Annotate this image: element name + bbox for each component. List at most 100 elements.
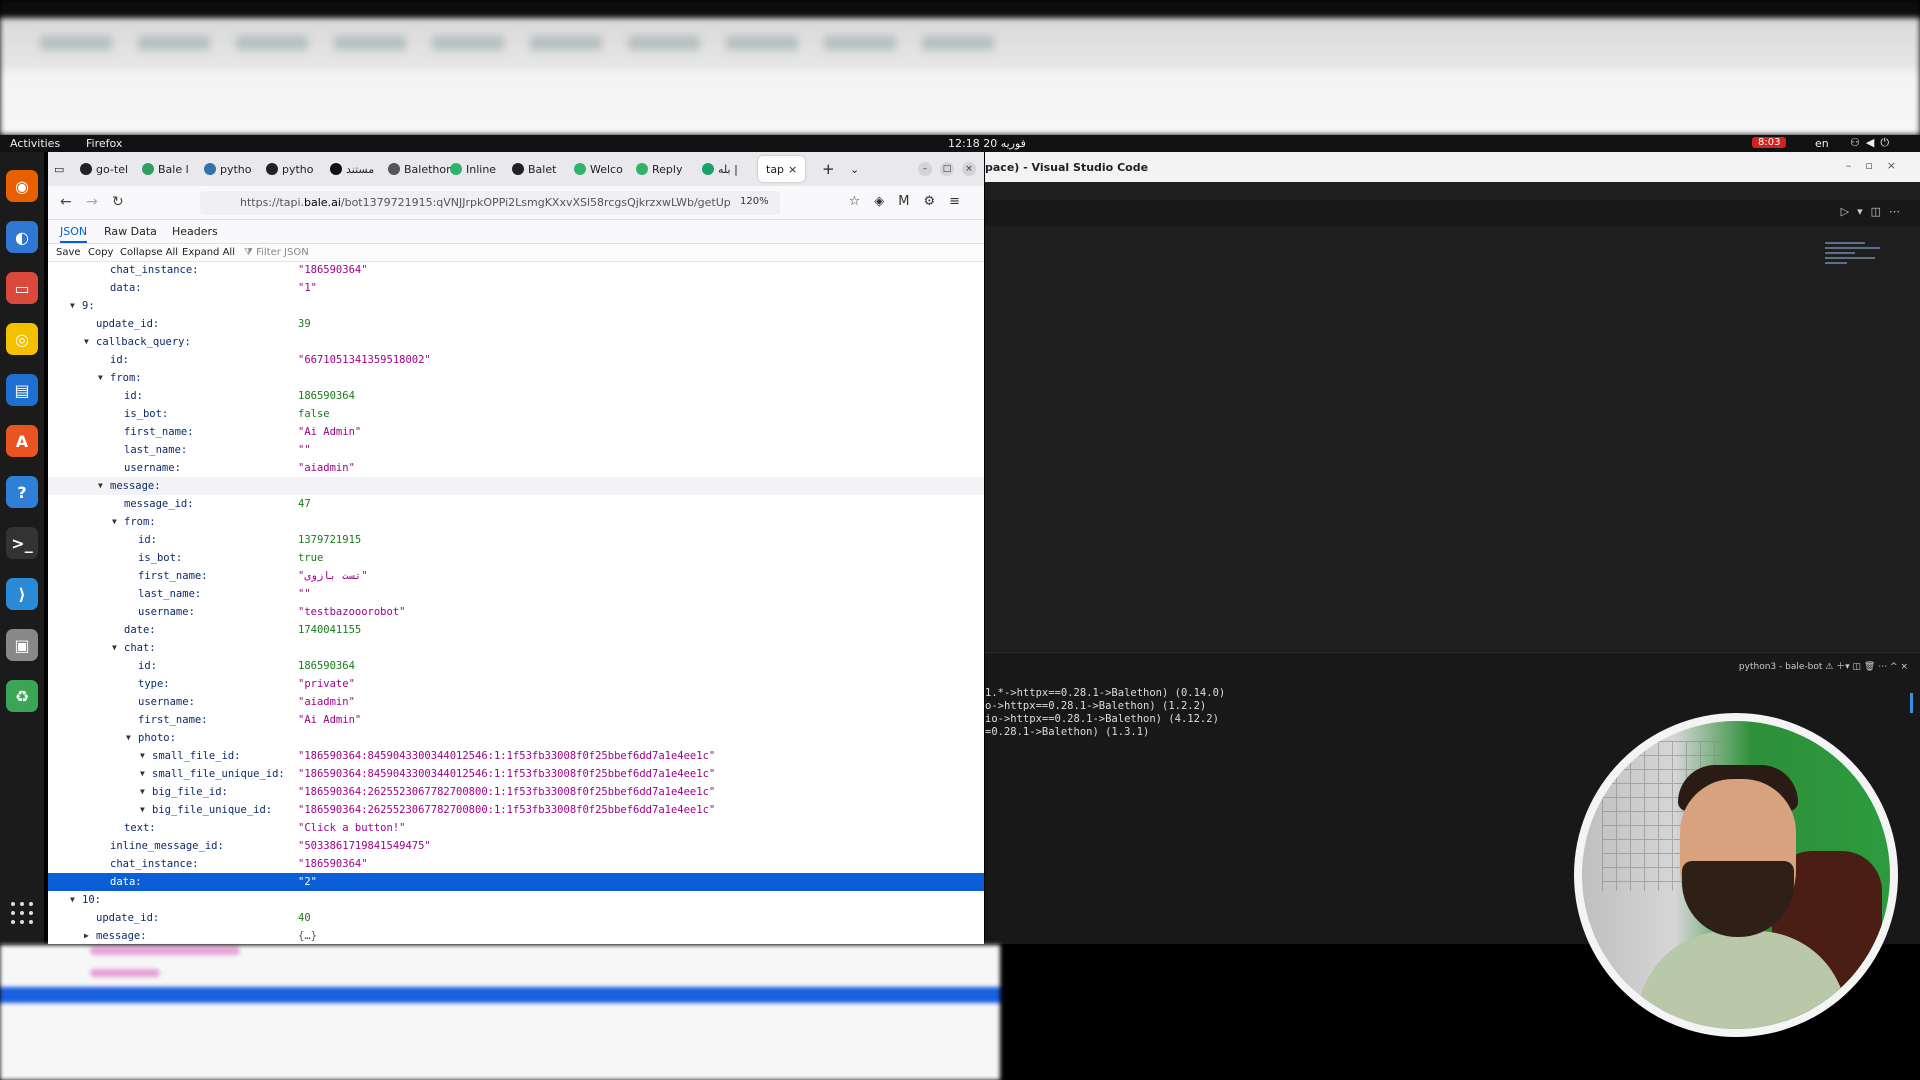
writer-icon[interactable]: ▤ [6, 374, 38, 406]
collapse-arrow-icon[interactable]: ▼ [112, 513, 117, 531]
collapse-arrow-icon[interactable]: ▼ [140, 783, 145, 801]
browser-tab[interactable]: Reply [636, 159, 682, 179]
json-row[interactable]: is_bot: false [48, 405, 984, 423]
collapse-arrow-icon[interactable]: ▼ [140, 747, 145, 765]
json-row[interactable]: ▼ chat: [48, 639, 984, 657]
json-row[interactable]: data: "2" [48, 873, 984, 891]
show-apps-icon[interactable] [11, 902, 33, 924]
expand-all-button[interactable]: Expand All [182, 247, 235, 258]
json-row[interactable]: inline_message_id: "5033861719841549475" [48, 837, 984, 855]
tab-raw-data[interactable]: Raw Data [104, 225, 157, 238]
json-row[interactable]: date: 1740041155 [48, 621, 984, 639]
collapse-arrow-icon[interactable]: ▼ [126, 729, 131, 747]
json-row[interactable]: ▼ 10: [48, 891, 984, 909]
json-row[interactable]: last_name: "" [48, 441, 984, 459]
browser-tab[interactable]: مستند [330, 159, 374, 179]
browser-tab-active[interactable]: tap × [758, 156, 806, 182]
recording-indicator[interactable]: 8:03 [1752, 137, 1787, 148]
close-tab-icon[interactable]: × [788, 163, 797, 176]
browser-tab[interactable]: بله | [702, 159, 738, 179]
clock[interactable]: 12:18 فوریه 20 [948, 137, 1026, 150]
json-row[interactable]: ▼ 9: [48, 297, 984, 315]
reload-icon[interactable]: ↻ [112, 194, 124, 210]
json-row[interactable]: id: 186590364 [48, 657, 984, 675]
activities-button[interactable]: Activities [10, 137, 60, 150]
json-row[interactable]: ▼ small_file_unique_id: "186590364:8459043… [48, 765, 984, 783]
terminal-label[interactable]: python3 - bale-bot [1739, 662, 1822, 672]
json-row[interactable]: username: "testbazooorobot" [48, 603, 984, 621]
terminal-header[interactable]: python3 - bale-bot ⚠ ＋▾ ◫ 🗑 ⋯ ^ × [1739, 659, 1908, 672]
collapse-arrow-icon[interactable]: ▼ [140, 801, 145, 819]
json-row[interactable]: id: 1379721915 [48, 531, 984, 549]
json-row[interactable]: ▼ big_file_unique_id: "186590364:262552306… [48, 801, 984, 819]
url-bar[interactable]: https://tapi.bale.ai/bot1379721915:qVNJJ… [200, 191, 780, 215]
json-row[interactable]: text: "Click a button!" [48, 819, 984, 837]
browser-tab[interactable]: Balet [512, 159, 556, 179]
save-button[interactable]: Save [56, 247, 81, 258]
filter-json-input[interactable]: ⧩ Filter JSON [244, 247, 309, 258]
terminal-output[interactable]: 1.*->httpx==0.28.1->Balethon) (0.14.0) o-… [985, 687, 1225, 739]
browser-tab[interactable]: Balethon [388, 159, 453, 179]
rhythmbox-icon[interactable]: ◎ [6, 323, 38, 355]
keyboard-language[interactable]: en [1815, 137, 1829, 150]
json-row[interactable]: ▼ message: [48, 477, 984, 495]
vscode-icon[interactable]: ⟩ [6, 578, 38, 610]
json-row[interactable]: update_id: 39 [48, 315, 984, 333]
tab-json[interactable]: JSON [60, 225, 88, 243]
disk-icon[interactable]: ▣ [6, 629, 38, 661]
json-row[interactable]: chat_instance: "186590364" [48, 262, 984, 279]
json-row[interactable]: username: "aiadmin" [48, 693, 984, 711]
json-row[interactable]: id: 186590364 [48, 387, 984, 405]
tab-headers[interactable]: Headers [172, 225, 218, 238]
collapse-arrow-icon[interactable]: ▼ [70, 891, 75, 909]
collapse-arrow-icon[interactable]: ▼ [98, 477, 103, 495]
json-row[interactable]: update_id: 40 [48, 909, 984, 927]
json-row[interactable]: type: "private" [48, 675, 984, 693]
list-tabs-icon[interactable]: ⌄ [850, 159, 859, 179]
zoom-level[interactable]: 120% [740, 196, 769, 207]
vscode-window-controls[interactable]: –▫× [1846, 159, 1910, 172]
json-row[interactable]: username: "aiadmin" [48, 459, 984, 477]
copy-button[interactable]: Copy [88, 247, 113, 258]
help-icon[interactable]: ? [6, 476, 38, 508]
app-center-icon[interactable]: A [6, 425, 38, 457]
json-row[interactable]: data: "1" [48, 279, 984, 297]
json-row[interactable]: ▼ photo: [48, 729, 984, 747]
system-tray-icons[interactable]: ⚇◀⏻ [1850, 136, 1895, 150]
collapse-all-button[interactable]: Collapse All [120, 247, 178, 258]
collapse-arrow-icon[interactable]: ▼ [70, 297, 75, 315]
tab-overview-icon[interactable]: ▭ [54, 159, 64, 179]
minimap[interactable] [1825, 242, 1885, 302]
json-row[interactable]: ▶ message: {…} [48, 927, 984, 944]
json-row[interactable]: ▼ big_file_id: "186590364:2625523067782700… [48, 783, 984, 801]
json-row[interactable]: first_name: "Ai Admin" [48, 711, 984, 729]
back-icon[interactable]: ← [60, 194, 72, 210]
browser-tab[interactable]: pytho [204, 159, 252, 179]
trash-icon[interactable]: ♻ [6, 680, 38, 712]
files-icon[interactable]: ▭ [6, 272, 38, 304]
firefox-icon[interactable]: ◉ [6, 170, 38, 202]
json-row[interactable]: ▼ callback_query: [48, 333, 984, 351]
collapse-arrow-icon[interactable]: ▼ [98, 369, 103, 387]
json-row[interactable]: first_name: "Ai Admin" [48, 423, 984, 441]
json-row[interactable]: id: "6671051341359518002" [48, 351, 984, 369]
minimize-button[interactable]: – [918, 162, 932, 176]
toolbar-icons[interactable]: ☆◈M⚙≡ [849, 194, 974, 209]
thunderbird-icon[interactable]: ◐ [6, 221, 38, 253]
terminal-icon[interactable]: >_ [6, 527, 38, 559]
json-row[interactable]: ▼ from: [48, 513, 984, 531]
json-row[interactable]: last_name: "" [48, 585, 984, 603]
terminal-scrollbar[interactable] [1910, 693, 1913, 713]
collapse-arrow-icon[interactable]: ▼ [112, 639, 117, 657]
browser-tab[interactable]: go-tel [80, 159, 128, 179]
json-row[interactable]: is_bot: true [48, 549, 984, 567]
browser-tab[interactable]: Bale l [142, 159, 189, 179]
forward-icon[interactable]: → [86, 194, 98, 210]
json-row[interactable]: first_name: "تست بازوی" [48, 567, 984, 585]
json-row[interactable]: message_id: 47 [48, 495, 984, 513]
collapse-arrow-icon[interactable]: ▼ [84, 333, 89, 351]
browser-tab[interactable]: Inline [450, 159, 496, 179]
json-row[interactable]: ▼ small_file_id: "186590364:84590433003440… [48, 747, 984, 765]
json-row[interactable]: chat_instance: "186590364" [48, 855, 984, 873]
editor-actions[interactable]: ▷▾◫⋯ [1841, 205, 1908, 218]
